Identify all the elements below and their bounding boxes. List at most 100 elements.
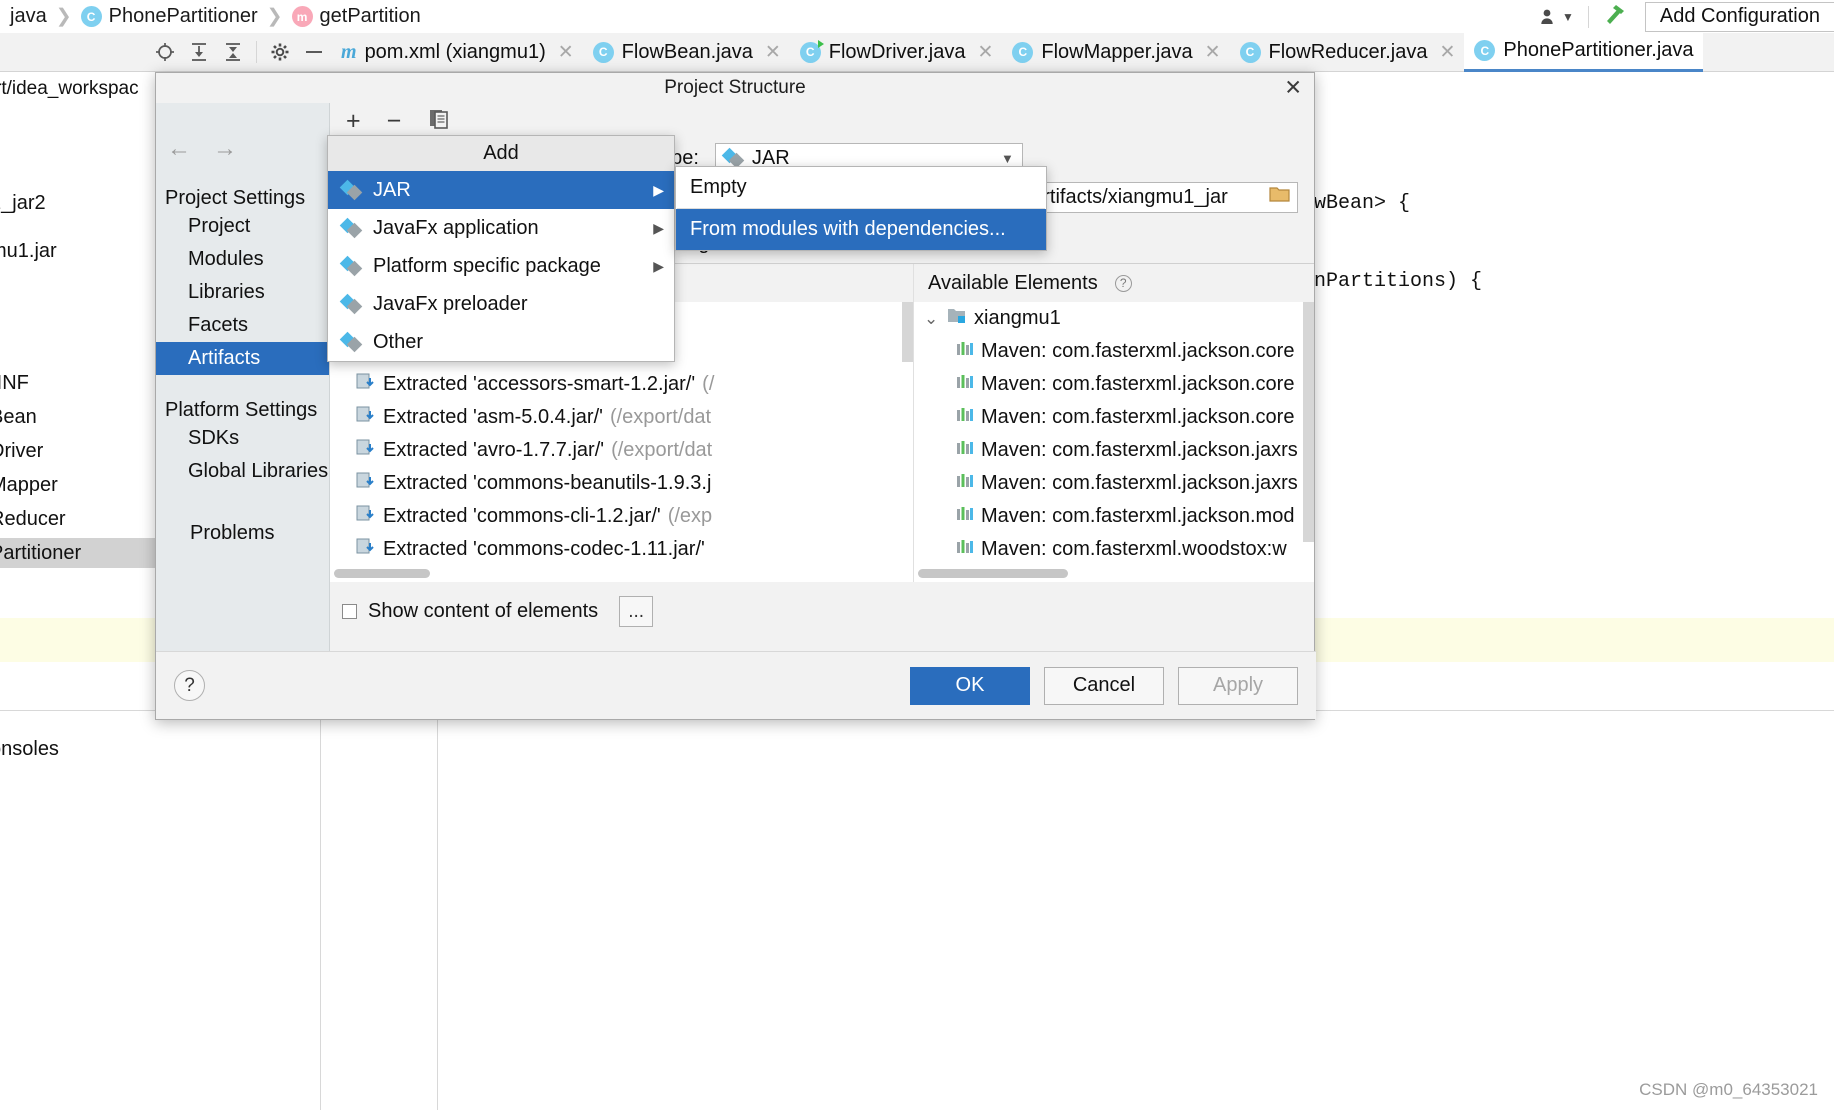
submenu-arrow-icon: ▶ xyxy=(653,257,664,274)
help-icon[interactable]: ? xyxy=(174,670,205,701)
tree-row[interactable]: Extracted 'commons-beanutils-1.9.3.j xyxy=(330,467,913,500)
arrow-left-icon[interactable]: ← xyxy=(167,135,191,163)
close-icon[interactable]: ✕ xyxy=(554,41,574,64)
tree-row[interactable]: Maven: com.fasterxml.jackson.core xyxy=(914,368,1314,401)
add-configuration-button[interactable]: Add Configuration xyxy=(1644,1,1834,32)
tree-row[interactable]: Maven: com.fasterxml.jackson.mod xyxy=(914,500,1314,533)
breadcrumb-item-java[interactable]: java xyxy=(10,5,47,28)
help-icon[interactable]: ? xyxy=(1114,274,1132,292)
menu-item-other[interactable]: Other xyxy=(328,323,674,361)
close-icon[interactable]: ✕ xyxy=(761,41,781,64)
tab-flowdriver[interactable]: C FlowDriver.java ✕ xyxy=(790,33,1003,72)
sidebar-item-libraries[interactable]: Libraries xyxy=(156,276,329,309)
sidebar-item-facets[interactable]: Facets xyxy=(156,309,329,342)
output-tree-horizontal-scrollbar[interactable] xyxy=(334,569,430,578)
project-row[interactable]: Bean xyxy=(0,406,37,429)
hide-icon[interactable] xyxy=(297,35,331,69)
project-row[interactable]: Reducer xyxy=(0,508,66,531)
menu-item-javafx-preloader[interactable]: JavaFx preloader xyxy=(328,285,674,323)
close-icon[interactable]: ✕ xyxy=(973,41,993,64)
user-icon[interactable]: ▼ xyxy=(1531,7,1582,27)
tree-row[interactable]: Maven: com.fasterxml.woodstox:w xyxy=(914,533,1314,566)
sidebar-item-problems[interactable]: Problems xyxy=(156,488,329,545)
sidebar-item-global-libraries[interactable]: Global Libraries xyxy=(156,455,329,488)
hammer-icon[interactable] xyxy=(1595,1,1633,32)
sidebar-item-artifacts[interactable]: Artifacts xyxy=(156,342,329,375)
output-tree-vertical-scrollbar[interactable] xyxy=(902,302,913,362)
menu-item-javafx-application[interactable]: JavaFx application ▶ xyxy=(328,209,674,247)
locate-icon[interactable] xyxy=(148,35,182,69)
toolbar-divider xyxy=(1587,5,1589,28)
breadcrumb-item-class[interactable]: C PhonePartitioner xyxy=(80,5,258,28)
tree-row-label: Extracted 'accessors-smart-1.2.jar/' xyxy=(383,373,696,395)
project-row[interactable]: mu1.jar xyxy=(0,240,57,263)
tree-row-label: Extracted 'commons-beanutils-1.9.3.j xyxy=(383,472,712,494)
tree-row[interactable]: Maven: com.fasterxml.jackson.core xyxy=(914,401,1314,434)
available-tree-vertical-scrollbar[interactable] xyxy=(1303,302,1314,542)
sidebar-group-project-settings: Project Settings xyxy=(165,187,306,209)
plus-icon[interactable]: + xyxy=(346,107,361,136)
ok-button[interactable]: OK xyxy=(910,666,1030,705)
method-icon: m xyxy=(291,6,313,27)
menu-item-label: Platform specific package xyxy=(373,254,601,277)
show-content-checkbox[interactable] xyxy=(342,604,357,619)
menu-item-jar[interactable]: JAR ▶ xyxy=(328,171,674,209)
code-editor[interactable]: wBean> { nPartitions) { xyxy=(1314,72,1834,1110)
tab-phonepartitioner[interactable]: C PhonePartitioner.java xyxy=(1464,32,1703,72)
project-row[interactable]: Mapper xyxy=(0,474,58,497)
add-artifact-menu: Add JAR ▶ JavaFx application ▶ Platform … xyxy=(327,135,675,362)
close-icon[interactable]: ✕ xyxy=(1284,78,1302,99)
tab-flowreducer[interactable]: C FlowReducer.java ✕ xyxy=(1230,33,1465,72)
tree-row[interactable]: Maven: com.fasterxml.jackson.jaxrs xyxy=(914,434,1314,467)
tree-row-label: Extracted 'asm-5.0.4.jar/' xyxy=(383,406,603,428)
menu-item-platform-specific-package[interactable]: Platform specific package ▶ xyxy=(328,247,674,285)
tab-flowbean[interactable]: C FlowBean.java ✕ xyxy=(583,33,790,72)
project-row[interactable]: 1_jar2 xyxy=(0,192,46,215)
output-directory-input[interactable]: :/artifacts/xiangmu1_jar xyxy=(1012,182,1298,213)
tree-row[interactable]: Extracted 'asm-5.0.4.jar/' (/export/dat xyxy=(330,401,913,434)
apply-button[interactable]: Apply xyxy=(1178,666,1298,705)
chevron-down-icon[interactable]: ▼ xyxy=(1001,151,1014,166)
expand-all-icon[interactable] xyxy=(182,35,216,69)
available-elements-tree[interactable]: ⌄ xiangmu1 Maven: com.fasterxml.jackson.… xyxy=(914,302,1314,582)
tree-twisty[interactable]: ⌄ xyxy=(924,309,940,329)
folder-browse-icon[interactable] xyxy=(1269,185,1291,210)
breadcrumb-item-method[interactable]: m getPartition xyxy=(291,5,421,28)
available-tree-horizontal-scrollbar[interactable] xyxy=(918,569,1068,578)
more-options-button[interactable]: ... xyxy=(619,596,654,627)
minus-icon[interactable]: − xyxy=(387,107,402,136)
tree-row[interactable]: Maven: com.fasterxml.jackson.jaxrs xyxy=(914,467,1314,500)
arrow-right-icon[interactable]: → xyxy=(213,135,237,163)
tree-row[interactable]: Extracted 'commons-codec-1.11.jar/' xyxy=(330,533,913,566)
tree-row[interactable]: Extracted 'commons-cli-1.2.jar/' (/exp xyxy=(330,500,913,533)
submenu-item-from-modules-with-dependencies[interactable]: From modules with dependencies... xyxy=(676,209,1046,250)
settings-gear-icon[interactable] xyxy=(263,35,297,69)
project-row-selected[interactable]: Partitioner xyxy=(0,542,81,565)
panel-divider-right xyxy=(437,710,438,1110)
project-row[interactable]: onsoles xyxy=(0,738,59,761)
available-elements-header: Available Elements ? xyxy=(914,264,1314,302)
tree-row[interactable]: Extracted 'avro-1.7.7.jar/' (/export/dat xyxy=(330,434,913,467)
tree-row-path: (/ xyxy=(702,373,715,395)
tree-row[interactable]: Maven: com.fasterxml.jackson.core xyxy=(914,335,1314,368)
cancel-button[interactable]: Cancel xyxy=(1044,666,1164,705)
sidebar-item-modules[interactable]: Modules xyxy=(156,243,329,276)
editor-tabstrip: m pom.xml (xiangmu1) ✕ C FlowBean.java ✕… xyxy=(0,32,1834,72)
collapse-all-icon[interactable] xyxy=(216,35,250,69)
tree-row[interactable]: ⌄ xiangmu1 xyxy=(914,302,1314,335)
tab-flowmapper[interactable]: C FlowMapper.java ✕ xyxy=(1002,33,1229,72)
class-icon: C xyxy=(1474,40,1496,61)
artifact-crud-toolbar: + − xyxy=(330,103,1314,139)
project-row[interactable]: -INF xyxy=(0,372,29,395)
tab-pom-xml[interactable]: m pom.xml (xiangmu1) ✕ xyxy=(331,33,583,72)
tree-row[interactable]: Extracted 'accessors-smart-1.2.jar/' (/ xyxy=(330,368,913,401)
sidebar-item-project[interactable]: Project xyxy=(156,210,329,243)
extracted-icon xyxy=(356,405,376,430)
project-row[interactable]: Driver xyxy=(0,440,43,463)
close-icon[interactable]: ✕ xyxy=(1435,41,1455,64)
submenu-item-empty[interactable]: Empty xyxy=(676,167,1046,208)
close-icon[interactable]: ✕ xyxy=(1201,41,1221,64)
copy-icon[interactable] xyxy=(427,106,451,137)
sidebar-item-sdks[interactable]: SDKs xyxy=(156,422,329,455)
tree-row-label: Maven: com.fasterxml.jackson.jaxrs xyxy=(981,439,1298,461)
